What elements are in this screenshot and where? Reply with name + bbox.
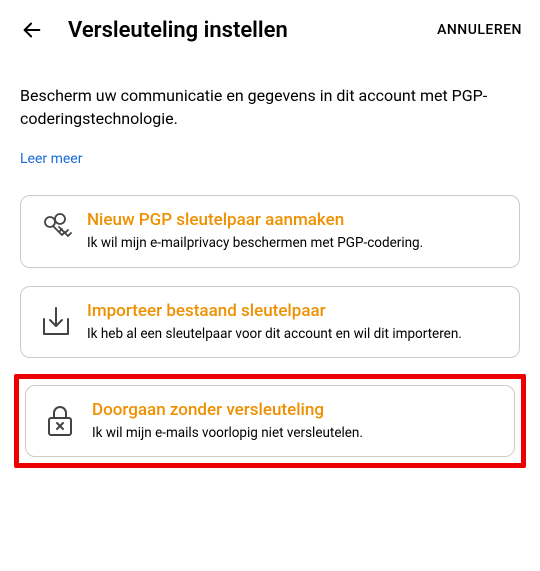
option-body: Nieuw PGP sleutelpaar aanmaken Ik wil mi… bbox=[87, 210, 501, 252]
option-import-keypair[interactable]: Importeer bestaand sleutelpaar Ik heb al… bbox=[20, 286, 520, 358]
back-arrow-icon bbox=[21, 19, 43, 41]
page-title: Versleuteling instellen bbox=[68, 18, 437, 43]
learn-more-link[interactable]: Leer meer bbox=[20, 151, 82, 167]
cancel-button[interactable]: ANNULEREN bbox=[437, 22, 522, 38]
option-create-keypair[interactable]: Nieuw PGP sleutelpaar aanmaken Ik wil mi… bbox=[20, 195, 520, 267]
highlighted-option-frame: Doorgaan zonder versleuteling Ik wil mij… bbox=[14, 374, 526, 468]
lock-x-icon bbox=[44, 404, 92, 438]
option-title: Importeer bestaand sleutelpaar bbox=[87, 301, 501, 321]
intro-text: Bescherm uw communicatie en gegevens in … bbox=[20, 84, 520, 130]
option-desc: Ik wil mijn e-mailprivacy beschermen met… bbox=[87, 234, 501, 252]
content: Bescherm uw communicatie en gegevens in … bbox=[0, 56, 540, 468]
option-desc: Ik heb al een sleutelpaar voor dit accou… bbox=[87, 325, 501, 343]
import-icon bbox=[39, 305, 87, 339]
header: Versleuteling instellen ANNULEREN bbox=[0, 0, 540, 56]
back-button[interactable] bbox=[18, 16, 46, 44]
option-body: Doorgaan zonder versleuteling Ik wil mij… bbox=[92, 400, 496, 442]
option-continue-without-encryption[interactable]: Doorgaan zonder versleuteling Ik wil mij… bbox=[25, 385, 515, 457]
option-body: Importeer bestaand sleutelpaar Ik heb al… bbox=[87, 301, 501, 343]
option-desc: Ik wil mijn e-mails voorlopig niet versl… bbox=[92, 424, 496, 442]
keys-icon bbox=[39, 211, 87, 251]
option-title: Nieuw PGP sleutelpaar aanmaken bbox=[87, 210, 501, 230]
option-title: Doorgaan zonder versleuteling bbox=[92, 400, 496, 420]
